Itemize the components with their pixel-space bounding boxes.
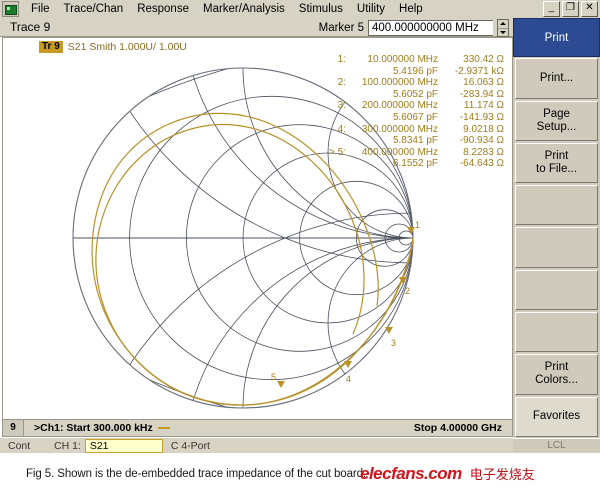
marker-index: 1:	[324, 54, 346, 66]
menu-trace-chan[interactable]: Trace/Chan	[57, 2, 131, 16]
marker-index: 4:	[324, 124, 346, 136]
stepper-up-icon[interactable]	[498, 20, 508, 29]
menu-bar: File Trace/Chan Response Marker/Analysis…	[0, 0, 600, 19]
table-row: 5.6052 pF -283.94 Ω	[324, 89, 504, 101]
marker-point-2: 2	[405, 286, 410, 296]
minimize-button[interactable]: _	[543, 1, 560, 17]
marker-point-4: 4	[346, 374, 351, 384]
marker-readout-table: 1: 10.000000 MHz 330.42 Ω 5.4196 pF -2.9…	[324, 54, 504, 170]
table-row: 5.8341 pF -90.934 Ω	[324, 135, 504, 147]
softkey-favorites[interactable]: Favorites	[515, 397, 598, 437]
stimulus-scale-bar: 9 >Ch1: Start 300.000 kHz Stop 4.00000 G…	[2, 419, 513, 437]
table-row: 1: 10.000000 MHz 330.42 Ω	[324, 54, 504, 66]
watermark-text: elecfans.com	[360, 464, 462, 484]
marker-label: Marker 5	[319, 22, 364, 34]
softkey-sidebar: Print Print... Page Setup... Print to Fi…	[513, 18, 600, 452]
page-title: Trace 9	[10, 20, 50, 34]
marker-capacitance: 6.1552 pF	[346, 158, 442, 170]
trace-toolbar: Trace 9 Marker 5 400.000000000 MHz	[0, 18, 513, 37]
marker-frequency: 300.000000 MHz	[346, 124, 442, 136]
marker-reactance: -64.643 Ω	[442, 158, 504, 170]
sweep-mode-status[interactable]: Cont	[8, 440, 46, 452]
channel-number-badge: 9	[3, 420, 24, 436]
marker-resistance: 9.0218 Ω	[442, 124, 504, 136]
marker-frequency: 100.000000 MHz	[346, 77, 442, 89]
sweep-start-text: >Ch1: Start 300.000 kHz	[34, 422, 153, 434]
marker-frequency: 10.000000 MHz	[346, 54, 442, 66]
table-row: > 5: 400.000000 MHz 8.2283 Ω	[324, 147, 504, 159]
softkey-print[interactable]: Print...	[515, 58, 598, 98]
marker-index-active: > 5:	[324, 147, 346, 159]
marker-capacitance: 5.8341 pF	[346, 135, 442, 147]
table-row: 6.1552 pF -64.643 Ω	[324, 158, 504, 170]
menu-help[interactable]: Help	[392, 2, 430, 16]
marker-capacitance: 5.6067 pF	[346, 112, 442, 124]
restore-icon: ❐	[563, 1, 578, 15]
menu-utility[interactable]: Utility	[350, 2, 392, 16]
menu-file[interactable]: File	[24, 2, 57, 16]
marker-frequency-input[interactable]: 400.000000000 MHz	[368, 20, 493, 36]
marker-capacitance: 5.4196 pF	[346, 66, 442, 78]
close-icon: ✕	[582, 1, 597, 15]
marker-point-1: 1	[415, 220, 420, 230]
table-row: 3: 200.000000 MHz 11.174 Ω	[324, 100, 504, 112]
marker-index: 3:	[324, 100, 346, 112]
table-row: 2: 100.000000 MHz 16.063 Ω	[324, 77, 504, 89]
status-bar: Cont CH 1: S21 C 4-Port LCL	[0, 437, 600, 453]
softkey-empty-3[interactable]	[515, 270, 598, 310]
pna-instrument-icon	[2, 1, 19, 17]
sidebar-lock-status: LCL	[513, 438, 600, 452]
marker-frequency: 200.000000 MHz	[346, 100, 442, 112]
marker-reactance: -141.93 Ω	[442, 112, 504, 124]
marker-reactance: -90.934 Ω	[442, 135, 504, 147]
softkey-empty-2[interactable]	[515, 227, 598, 267]
marker-point-5: 5	[271, 372, 276, 382]
table-row: 5.4196 pF -2.9371 kΩ	[324, 66, 504, 78]
marker-index: 2:	[324, 77, 346, 89]
marker-stepper[interactable]	[497, 19, 509, 37]
marker-resistance: 16.063 Ω	[442, 77, 504, 89]
minimize-icon: _	[544, 1, 559, 15]
sparameter-field[interactable]: S21	[85, 439, 163, 453]
stepper-down-icon[interactable]	[498, 29, 508, 37]
sweep-stop-label[interactable]: Stop 4.00000 GHz	[414, 422, 502, 434]
table-row: 5.6067 pF -141.93 Ω	[324, 112, 504, 124]
window-controls: _ ❐ ✕	[543, 1, 598, 17]
close-button[interactable]: ✕	[581, 1, 598, 17]
marker-resistance: 8.2283 Ω	[442, 147, 504, 159]
watermark: elecfans.com 电子发烧友	[360, 464, 535, 484]
softkey-page-setup[interactable]: Page Setup...	[515, 101, 598, 141]
marker-control-group: Marker 5 400.000000000 MHz	[319, 19, 509, 37]
softkey-print-to-file[interactable]: Print to File...	[515, 143, 598, 183]
smith-chart-panel[interactable]: Tr 9 S21 Smith 1.000U/ 1.00U	[2, 37, 513, 420]
softkey-print-colors[interactable]: Print Colors...	[515, 354, 598, 394]
calibration-status[interactable]: C 4-Port	[171, 440, 210, 452]
marker-capacitance: 5.6052 pF	[346, 89, 442, 101]
pna-application-window: File Trace/Chan Response Marker/Analysis…	[0, 0, 600, 500]
menu-response[interactable]: Response	[130, 2, 196, 16]
trace-color-swatch	[158, 427, 170, 429]
marker-frequency: 400.000000 MHz	[346, 147, 442, 159]
marker-resistance: 11.174 Ω	[442, 100, 504, 112]
watermark-text-cn: 电子发烧友	[470, 464, 535, 483]
marker-point-3: 3	[391, 338, 396, 348]
menu-marker-analysis[interactable]: Marker/Analysis	[196, 2, 292, 16]
menu-stimulus[interactable]: Stimulus	[292, 2, 350, 16]
softkey-menu-title: Print	[513, 18, 600, 57]
marker-reactance: -283.94 Ω	[442, 89, 504, 101]
softkey-empty-4[interactable]	[515, 312, 598, 352]
table-row: 4: 300.000000 MHz 9.0218 Ω	[324, 124, 504, 136]
channel-label: CH 1:	[54, 440, 81, 452]
marker-resistance: 330.42 Ω	[442, 54, 504, 66]
softkey-empty-1[interactable]	[515, 185, 598, 225]
sweep-start-label[interactable]: >Ch1: Start 300.000 kHz	[34, 422, 170, 434]
figure-caption: Fig 5. Shown is the de-embedded trace im…	[26, 468, 366, 480]
figure-caption-area: Fig 5. Shown is the de-embedded trace im…	[0, 458, 600, 500]
restore-button[interactable]: ❐	[562, 1, 579, 17]
marker-reactance: -2.9371 kΩ	[442, 66, 504, 78]
